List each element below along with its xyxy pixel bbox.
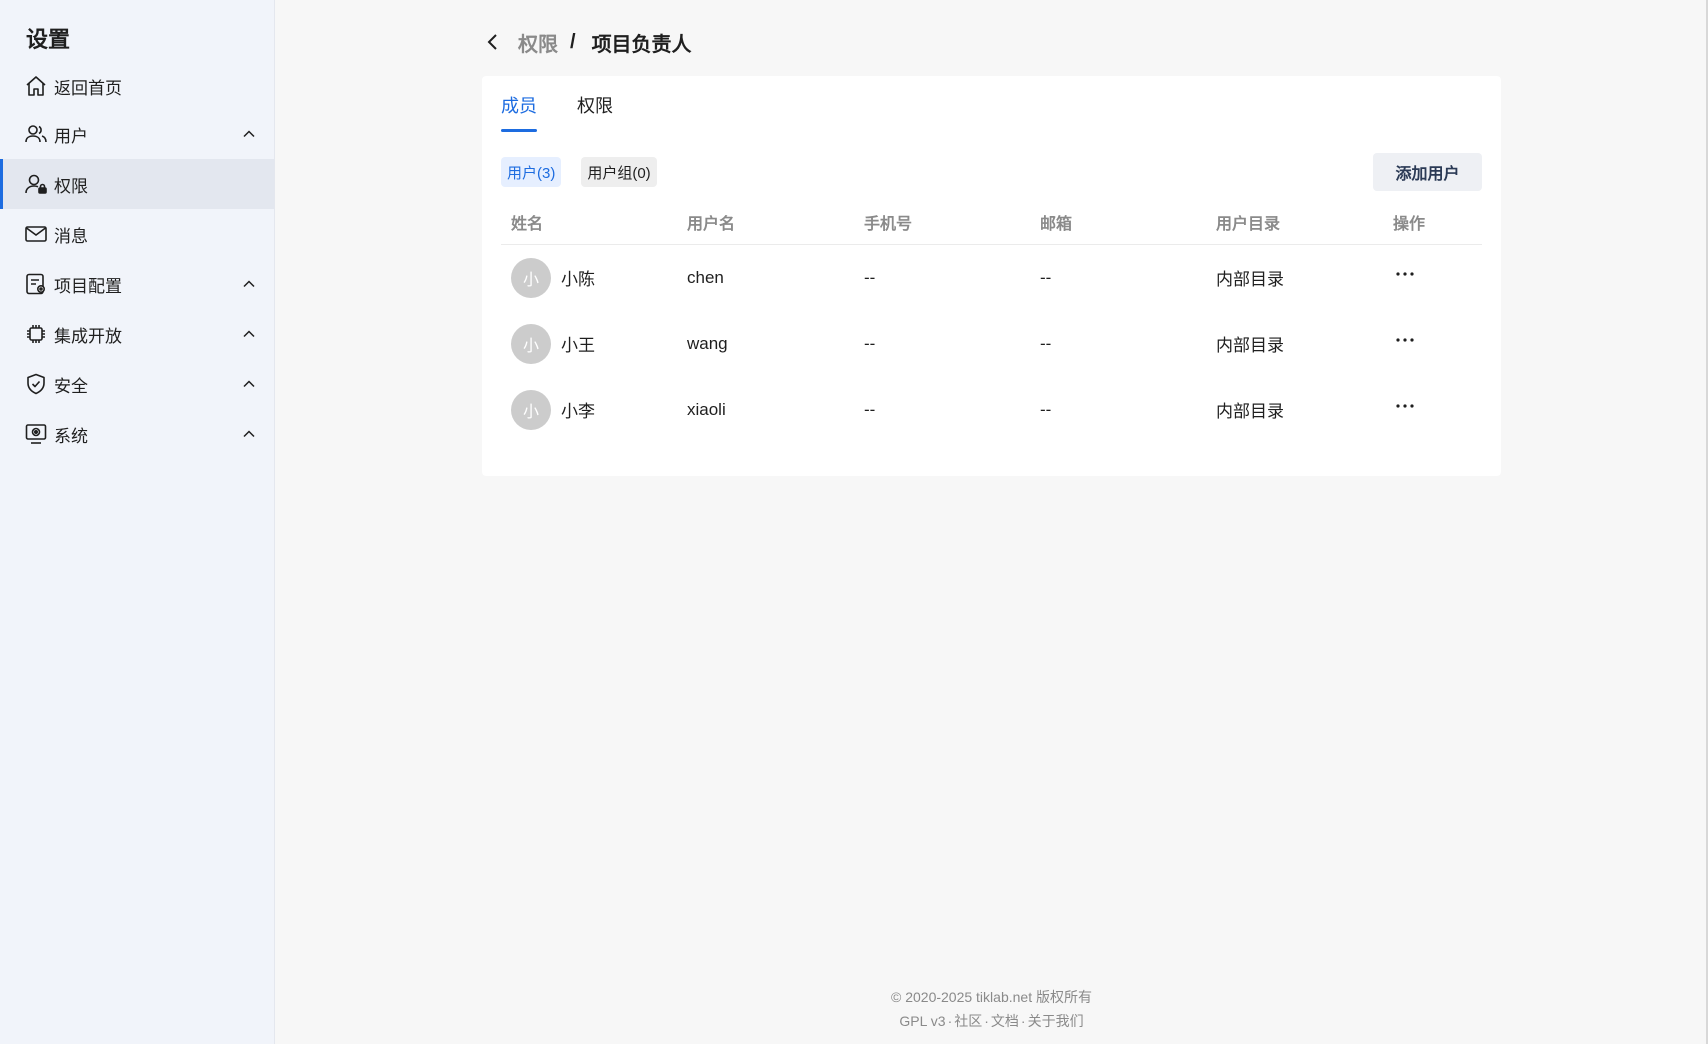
table-row: 小 小陈 chen -- -- 内部目录 (501, 245, 1482, 311)
cell-directory: 内部目录 (1216, 270, 1284, 290)
avatar: 小 (511, 257, 551, 298)
cell-email: -- (1040, 267, 1052, 287)
column-header-email: 邮箱 (1030, 210, 1206, 245)
sidebar-item-home[interactable]: 返回首页 (0, 61, 274, 111)
cell-actions (1383, 245, 1482, 311)
footer-separator: · (1020, 1013, 1026, 1029)
footer-separator: · (984, 1013, 989, 1029)
cell-directory: 内部目录 (1216, 402, 1284, 421)
cell-email: -- (1040, 333, 1052, 353)
cell-phone: -- (864, 399, 876, 419)
column-header-actions: 操作 (1383, 210, 1482, 245)
sidebar-item-label: 用户 (54, 126, 88, 146)
sidebar-item-system[interactable]: 系统 (0, 409, 274, 459)
table-row: 小 小李 xiaoli -- -- 内部目录 (501, 377, 1482, 443)
cell-name: 小 小王 (501, 311, 677, 377)
sidebar-item-integration[interactable]: 集成开放 (0, 309, 274, 359)
members-table: 姓名 用户名 手机号 邮箱 用户目录 操作 小 小陈 chen -- -- 内部 (501, 210, 1482, 443)
sidebar-item-security[interactable]: 安全 (0, 359, 274, 409)
chevron-up-icon[interactable] (242, 276, 256, 290)
table-row: 小 小王 wang -- -- 内部目录 (501, 311, 1482, 377)
chevron-up-icon[interactable] (242, 126, 256, 140)
table-header-row: 姓名 用户名 手机号 邮箱 用户目录 操作 (501, 210, 1482, 245)
cell-username: wang (687, 333, 728, 353)
sidebar-item-label: 集成开放 (54, 326, 122, 346)
chip-icon (24, 322, 48, 346)
more-options-icon[interactable] (1393, 397, 1417, 417)
shield-icon (24, 372, 48, 396)
mail-icon (24, 222, 48, 246)
user-lock-icon (24, 172, 48, 196)
filter-user-groups[interactable]: 用户组(0) (581, 157, 657, 187)
sidebar-title: 设置 (26, 27, 71, 52)
sidebar-item-messages[interactable]: 消息 (0, 209, 274, 259)
home-icon (24, 74, 48, 98)
avatar: 小 (511, 389, 551, 430)
column-header-directory: 用户目录 (1206, 210, 1383, 245)
sidebar-item-label: 返回首页 (54, 78, 122, 98)
breadcrumb-parent[interactable]: 权限 (518, 28, 558, 57)
cell-actions (1383, 377, 1482, 443)
more-options-icon[interactable] (1393, 265, 1417, 285)
sidebar-item-permissions[interactable]: 权限 (0, 159, 274, 209)
avatar: 小 (511, 323, 551, 364)
sidebar-item-label: 安全 (54, 376, 88, 396)
footer-link-docs[interactable]: 文档 (991, 1013, 1019, 1029)
cell-username: chen (687, 267, 724, 287)
column-header-name: 姓名 (501, 210, 677, 245)
chevron-up-icon[interactable] (242, 326, 256, 340)
cell-username: xiaoli (687, 399, 726, 419)
cell-phone: -- (864, 333, 876, 353)
user-name: 小陈 (561, 270, 595, 290)
project-config-icon (24, 272, 48, 296)
sidebar-item-users[interactable]: 用户 (0, 109, 274, 159)
users-icon (24, 122, 48, 146)
add-user-button[interactable]: 添加用户 (1373, 153, 1482, 191)
cell-name: 小 小李 (501, 377, 677, 443)
user-name: 小王 (561, 336, 595, 355)
sidebar-item-label: 项目配置 (54, 276, 122, 296)
footer-link-community[interactable]: 社区 (954, 1013, 982, 1029)
cell-email: -- (1040, 399, 1052, 419)
back-arrow-icon[interactable] (482, 31, 504, 53)
tab-members[interactable]: 成员 (501, 92, 537, 132)
chevron-up-icon[interactable] (242, 376, 256, 390)
sidebar: 设置 返回首页 用户 权限 消息 项目配置 集成开放 安全 系统 (0, 0, 275, 1044)
cell-actions (1383, 311, 1482, 377)
breadcrumb-separator: / (570, 30, 576, 53)
sidebar-item-project-config[interactable]: 项目配置 (0, 259, 274, 309)
tab-bar: 成员 权限 (501, 92, 613, 132)
sidebar-item-label: 消息 (54, 226, 88, 246)
members-card: 成员 权限 用户(3) 用户组(0) 添加用户 姓名 用户名 手机号 邮箱 用户… (482, 76, 1501, 476)
more-options-icon[interactable] (1393, 331, 1417, 351)
footer-link-about[interactable]: 关于我们 (1028, 1013, 1084, 1029)
footer-link-license[interactable]: GPL v3 (899, 1013, 945, 1029)
footer-links: GPL v3 · 社区 · 文档 · 关于我们 (275, 1009, 1708, 1033)
tab-permissions[interactable]: 权限 (577, 92, 613, 132)
cell-name: 小 小陈 (501, 245, 677, 311)
footer-separator: · (947, 1013, 953, 1029)
filter-row: 用户(3) 用户组(0) (501, 157, 657, 187)
user-name: 小李 (561, 402, 595, 421)
breadcrumb: 权限 / 项目负责人 (482, 28, 692, 56)
sidebar-item-label: 系统 (54, 426, 88, 446)
column-header-username: 用户名 (677, 210, 854, 245)
cell-phone: -- (864, 267, 876, 287)
footer-copyright: © 2020-2025 tiklab.net 版权所有 (891, 989, 1092, 1005)
column-header-phone: 手机号 (854, 210, 1030, 245)
filter-users[interactable]: 用户(3) (501, 157, 562, 187)
cell-directory: 内部目录 (1216, 336, 1284, 355)
system-monitor-icon (24, 422, 48, 446)
page-title: 项目负责人 (591, 33, 692, 56)
sidebar-item-label: 权限 (54, 176, 88, 196)
footer: © 2020-2025 tiklab.net 版权所有 GPL v3 · 社区 · 文档… (275, 985, 1708, 1033)
chevron-up-icon[interactable] (242, 426, 256, 440)
